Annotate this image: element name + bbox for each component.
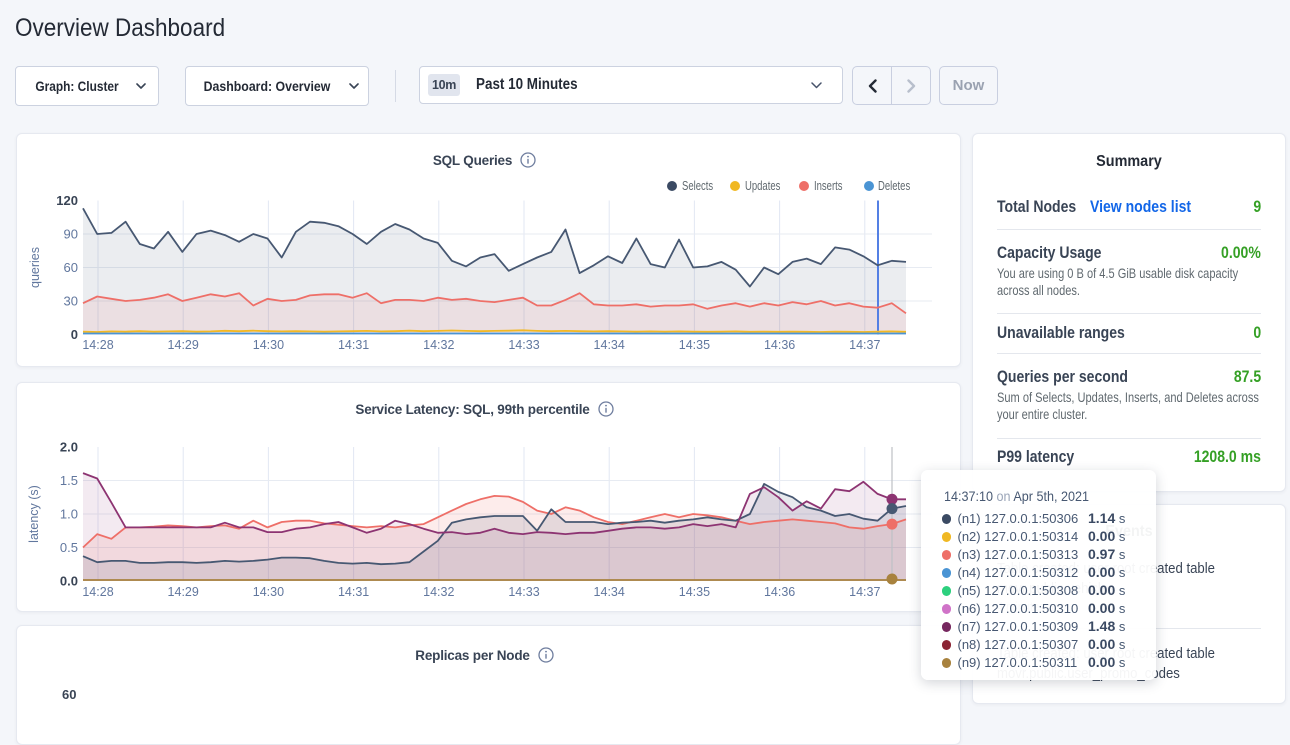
svg-text:14:35: 14:35	[679, 585, 710, 599]
svg-text:14:33: 14:33	[508, 338, 539, 352]
svg-text:14:30: 14:30	[253, 338, 284, 352]
svg-text:14:37: 14:37	[849, 585, 880, 599]
svg-text:latency (s): latency (s)	[27, 485, 41, 543]
svg-text:14:36: 14:36	[764, 338, 795, 352]
svg-text:60: 60	[64, 260, 78, 275]
svg-text:14:33: 14:33	[508, 585, 539, 599]
svg-text:14:30: 14:30	[253, 585, 284, 599]
svg-text:14:32: 14:32	[423, 585, 454, 599]
svg-text:14:29: 14:29	[168, 585, 199, 599]
svg-text:14:29: 14:29	[168, 338, 199, 352]
svg-text:14:31: 14:31	[338, 585, 369, 599]
svg-text:14:35: 14:35	[679, 338, 710, 352]
svg-text:2.0: 2.0	[60, 440, 78, 455]
svg-text:queries: queries	[28, 247, 42, 288]
svg-text:14:37: 14:37	[849, 338, 880, 352]
svg-text:14:32: 14:32	[423, 338, 454, 352]
svg-text:14:34: 14:34	[594, 338, 625, 352]
svg-text:120: 120	[56, 193, 78, 208]
svg-text:1.5: 1.5	[60, 473, 78, 488]
svg-text:14:34: 14:34	[594, 585, 625, 599]
svg-text:0.5: 0.5	[60, 540, 78, 555]
svg-text:0.0: 0.0	[60, 574, 78, 589]
svg-text:14:31: 14:31	[338, 338, 369, 352]
svg-text:1.0: 1.0	[60, 507, 78, 522]
svg-text:90: 90	[64, 227, 78, 242]
svg-text:14:28: 14:28	[82, 585, 113, 599]
svg-text:14:36: 14:36	[764, 585, 795, 599]
svg-text:0: 0	[71, 327, 78, 342]
svg-text:30: 30	[64, 294, 78, 309]
svg-text:14:28: 14:28	[82, 338, 113, 352]
